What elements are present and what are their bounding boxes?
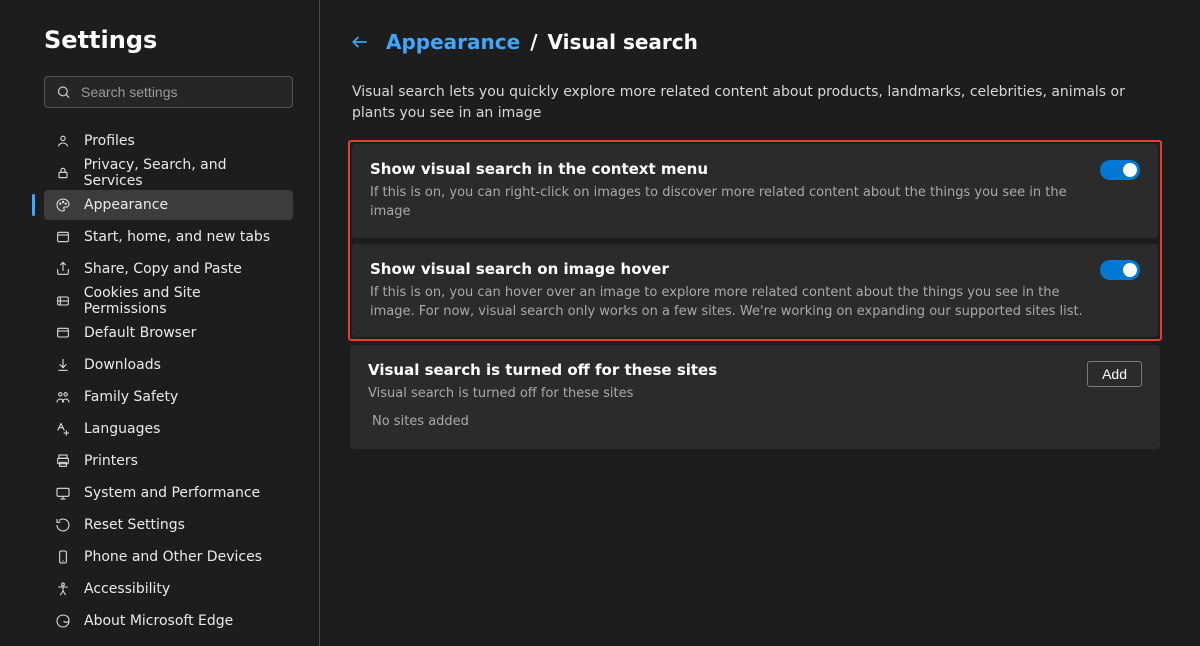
sidebar-item-default-browser[interactable]: Default Browser xyxy=(44,318,293,348)
card-blocklist: Visual search is turned off for these si… xyxy=(350,345,1160,449)
sidebar-item-accessibility[interactable]: Accessibility xyxy=(44,574,293,604)
edge-icon xyxy=(54,613,72,629)
highlight-box: Show visual search in the context menu I… xyxy=(348,140,1162,341)
sidebar-item-downloads[interactable]: Downloads xyxy=(44,350,293,380)
sidebar-item-label: Downloads xyxy=(84,357,161,373)
sidebar-item-label: Family Safety xyxy=(84,389,178,405)
sidebar-item-label: Reset Settings xyxy=(84,517,185,533)
share-icon xyxy=(54,261,72,277)
languages-icon xyxy=(54,421,72,437)
search-icon xyxy=(56,85,71,100)
sidebar-item-label: Phone and Other Devices xyxy=(84,549,262,565)
card-title: Show visual search on image hover xyxy=(370,260,1084,278)
window-icon xyxy=(54,229,72,245)
blocklist-empty: No sites added xyxy=(368,404,1142,433)
browser-icon xyxy=(54,325,72,341)
sidebar-item-label: About Microsoft Edge xyxy=(84,613,233,629)
sidebar-item-printers[interactable]: Printers xyxy=(44,446,293,476)
sidebar-item-share[interactable]: Share, Copy and Paste xyxy=(44,254,293,284)
card-desc: If this is on, you can right-click on im… xyxy=(370,184,1084,222)
lock-icon xyxy=(54,165,72,181)
settings-main: Appearance / Visual search Visual search… xyxy=(320,0,1200,646)
family-icon xyxy=(54,389,72,405)
sidebar-item-label: Appearance xyxy=(84,197,168,213)
settings-sidebar: Settings Profiles Privacy, Search, and S… xyxy=(0,0,320,646)
palette-icon xyxy=(54,197,72,213)
sidebar-item-label: Share, Copy and Paste xyxy=(84,261,242,277)
sidebar-item-profiles[interactable]: Profiles xyxy=(44,126,293,156)
sidebar-item-appearance[interactable]: Appearance xyxy=(44,190,293,220)
search-wrap xyxy=(44,76,293,108)
sidebar-item-label: Cookies and Site Permissions xyxy=(84,285,285,317)
sidebar-item-label: Default Browser xyxy=(84,325,196,341)
breadcrumb-separator: / xyxy=(530,30,537,54)
sidebar-item-label: System and Performance xyxy=(84,485,260,501)
settings-title: Settings xyxy=(44,26,293,54)
sidebar-item-family[interactable]: Family Safety xyxy=(44,382,293,412)
sidebar-item-label: Profiles xyxy=(84,133,135,149)
printer-icon xyxy=(54,453,72,469)
card-context-menu: Show visual search in the context menu I… xyxy=(352,144,1158,238)
sidebar-item-label: Start, home, and new tabs xyxy=(84,229,270,245)
add-site-button[interactable]: Add xyxy=(1087,361,1142,387)
sidebar-item-label: Privacy, Search, and Services xyxy=(84,157,285,189)
download-icon xyxy=(54,357,72,373)
sidebar-item-privacy[interactable]: Privacy, Search, and Services xyxy=(44,158,293,188)
accessibility-icon xyxy=(54,581,72,597)
sidebar-nav: Profiles Privacy, Search, and Services A… xyxy=(44,126,293,636)
sidebar-item-cookies[interactable]: Cookies and Site Permissions xyxy=(44,286,293,316)
card-image-hover: Show visual search on image hover If thi… xyxy=(352,244,1158,338)
card-title: Show visual search in the context menu xyxy=(370,160,1084,178)
profile-icon xyxy=(54,133,72,149)
breadcrumb-parent[interactable]: Appearance xyxy=(386,30,520,54)
cookies-icon xyxy=(54,293,72,309)
sidebar-item-languages[interactable]: Languages xyxy=(44,414,293,444)
system-icon xyxy=(54,485,72,501)
back-icon[interactable] xyxy=(350,32,370,52)
toggle-context-menu[interactable] xyxy=(1100,160,1140,180)
sidebar-item-label: Printers xyxy=(84,453,138,469)
sidebar-item-label: Accessibility xyxy=(84,581,170,597)
section-intro: Visual search lets you quickly explore m… xyxy=(352,82,1132,124)
card-desc: Visual search is turned off for these si… xyxy=(368,385,1071,404)
card-title: Visual search is turned off for these si… xyxy=(368,361,1071,379)
sidebar-item-label: Languages xyxy=(84,421,160,437)
sidebar-item-about[interactable]: About Microsoft Edge xyxy=(44,606,293,636)
card-desc: If this is on, you can hover over an ima… xyxy=(370,284,1084,322)
sidebar-item-phone[interactable]: Phone and Other Devices xyxy=(44,542,293,572)
sidebar-item-reset[interactable]: Reset Settings xyxy=(44,510,293,540)
phone-icon xyxy=(54,549,72,565)
breadcrumb-current: Visual search xyxy=(548,30,698,54)
settings-cards: Show visual search in the context menu I… xyxy=(350,140,1160,449)
search-input[interactable] xyxy=(44,76,293,108)
reset-icon xyxy=(54,517,72,533)
toggle-image-hover[interactable] xyxy=(1100,260,1140,280)
breadcrumb: Appearance / Visual search xyxy=(350,30,1160,54)
sidebar-item-start[interactable]: Start, home, and new tabs xyxy=(44,222,293,252)
sidebar-item-system[interactable]: System and Performance xyxy=(44,478,293,508)
